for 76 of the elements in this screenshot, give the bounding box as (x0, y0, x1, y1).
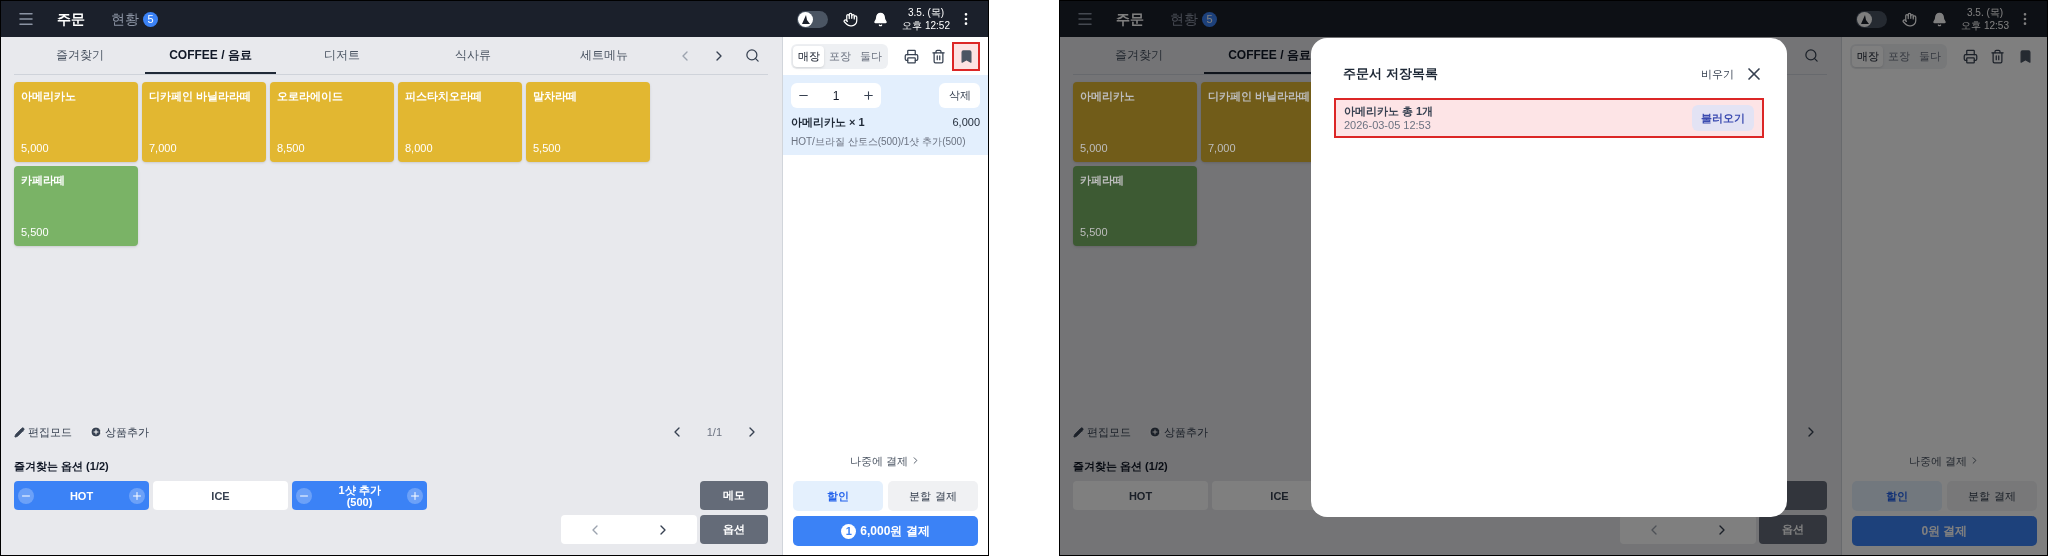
nav-tab[interactable]: 현황 (111, 8, 139, 30)
trash-icon[interactable] (1990, 48, 2005, 64)
nav-tab[interactable]: 주문 (57, 8, 85, 30)
theme-toggle[interactable] (1856, 10, 1888, 28)
add-product-button[interactable]: 상품추가 (1149, 423, 1208, 441)
hand-icon[interactable] (843, 11, 859, 27)
time-text: 오후 12:53 (1961, 19, 2009, 32)
product-card[interactable]: 카페라떼 5,500 (1073, 166, 1197, 246)
pencil-icon (1073, 426, 1084, 438)
saved-order-item[interactable]: 아메리카노 총 1개 2026-03-05 12:53 불러오기 (1334, 98, 1764, 138)
split-payment-button[interactable]: 분할 결제 (1947, 481, 2037, 511)
option-menu-button[interactable]: 옵션 (1759, 515, 1827, 544)
order-type-tab[interactable]: 둘다 (855, 45, 886, 67)
edit-mode-button[interactable]: 편집모드 (14, 423, 72, 441)
count-badge: 5 (1202, 11, 1217, 27)
favorite-options-title: 즐겨찾는 옵션 (1/2) (14, 459, 110, 474)
discount-button[interactable]: 할인 (793, 481, 883, 511)
cart-item[interactable]: 1 삭제 아메리카노 × 1 6,000 HOT/브라질 산토스(500)/1샷 추가(500) (783, 75, 988, 155)
print-icon[interactable] (1963, 48, 1978, 64)
memo-button[interactable]: 메모 (700, 481, 768, 510)
cart-item-options: HOT/브라질 산토스(500)/1샷 추가(500) (791, 133, 980, 149)
order-type-tab[interactable]: 매장 (793, 45, 824, 67)
dialog-title: 주문서 저장목록 (1343, 65, 1438, 84)
plus-circle-icon (1149, 426, 1161, 438)
mountain-icon (1860, 14, 1869, 24)
category-tab[interactable]: COFFEE / 음료 (145, 37, 276, 74)
cart-item-price: 6,000 (952, 115, 980, 130)
edit-mode-button[interactable]: 편집모드 (1073, 423, 1131, 441)
category-tab[interactable]: 식사류 (407, 37, 538, 74)
print-icon[interactable] (904, 48, 919, 64)
notification-icon[interactable] (873, 11, 889, 27)
order-type-tab[interactable]: 둘다 (1914, 45, 1945, 67)
search-icon[interactable] (745, 48, 760, 63)
time-text: 오후 12:52 (902, 19, 950, 32)
order-type-tab[interactable]: 포장 (1883, 45, 1914, 67)
page-indicator: 1/1 (706, 424, 722, 440)
bookmark-icon[interactable] (952, 41, 980, 71)
plus-icon[interactable] (862, 89, 875, 102)
nav-tab[interactable]: 현황 (1170, 8, 1198, 30)
nav-tab[interactable]: 주문 (1116, 8, 1144, 30)
add-product-button[interactable]: 상품추가 (90, 423, 149, 441)
order-type-tab[interactable]: 포장 (824, 45, 855, 67)
pay-button[interactable]: 1 6,000원 결제 (793, 516, 978, 546)
date-text: 3.5. (목) (1967, 6, 2004, 19)
split-payment-button[interactable]: 분할 결제 (888, 481, 978, 511)
quantity-value: 1 (832, 87, 840, 105)
count-badge: 5 (143, 11, 158, 27)
product-card[interactable]: 아메리카노 5,000 (1073, 82, 1197, 162)
trash-icon[interactable] (931, 48, 946, 64)
menu-icon[interactable] (17, 10, 35, 28)
saved-order-date: 2026-03-05 12:53 (1344, 118, 1432, 132)
order-type-tab[interactable]: 매장 (1852, 45, 1883, 67)
theme-toggle[interactable] (797, 10, 829, 28)
option-menu-button[interactable]: 옵션 (700, 515, 768, 544)
category-tab[interactable]: 디저트 (276, 37, 407, 74)
plus-circle-icon (90, 426, 102, 438)
option-button[interactable]: ICE (153, 481, 288, 510)
category-tab[interactable]: 즐겨찾기 (14, 37, 145, 74)
category-tab[interactable]: 세트메뉴 (538, 37, 669, 74)
pay-later-link[interactable]: 나중에 결제 (849, 452, 922, 469)
delete-button[interactable]: 삭제 (939, 83, 980, 108)
mountain-icon (801, 14, 810, 24)
pencil-icon (14, 426, 25, 438)
option-button[interactable]: HOT (1073, 481, 1208, 510)
pay-later-link[interactable]: 나중에 결제 (1908, 452, 1981, 469)
discount-button[interactable]: 할인 (1852, 481, 1942, 511)
load-button[interactable]: 불러오기 (1692, 105, 1754, 131)
saved-order-title: 아메리카노 총 1개 (1344, 104, 1434, 118)
search-icon[interactable] (1804, 48, 1819, 63)
clear-button[interactable]: 비우기 (1701, 65, 1734, 83)
cart-item-name: 아메리카노 × 1 (791, 115, 865, 130)
category-tab[interactable]: 즐겨찾기 (1073, 37, 1204, 74)
pay-button[interactable]: 0원 결제 (1852, 516, 2037, 546)
date-text: 3.5. (목) (908, 6, 945, 19)
product-card[interactable]: 카페라떼 5,500 (14, 166, 138, 246)
favorite-options-title: 즐겨찾는 옵션 (1/2) (1073, 459, 1169, 474)
